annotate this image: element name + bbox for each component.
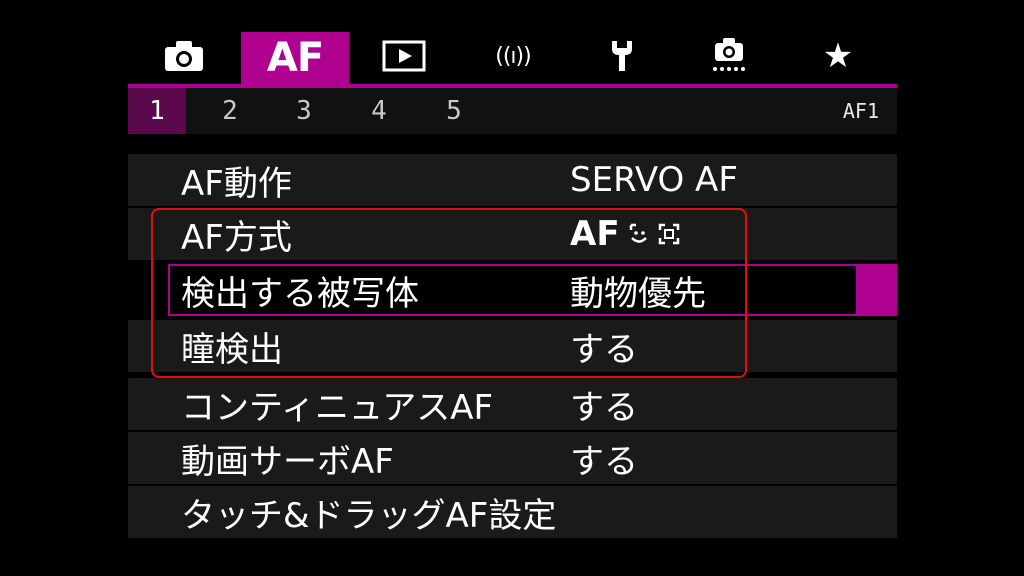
subtab-3[interactable]: 3 — [278, 88, 330, 134]
page-code: AF1 — [842, 99, 879, 123]
subtab-5[interactable]: 5 — [428, 88, 480, 134]
tab-playback[interactable] — [356, 28, 452, 84]
annotation-highlight-box — [151, 208, 747, 378]
wireless-icon: ((ı)) — [495, 43, 531, 69]
menu-item-label: AF動作 — [181, 163, 292, 204]
tab-setup[interactable] — [574, 28, 670, 84]
subtab-1[interactable]: 1 — [128, 88, 186, 134]
selection-indicator — [856, 264, 897, 316]
subtab-4[interactable]: 4 — [353, 88, 405, 134]
wrench-icon — [612, 41, 632, 71]
main-tab-bar: AF ((ı)) ★ — [128, 28, 897, 88]
camera-icon — [165, 41, 203, 71]
menu-item-label: コンティニュアスAF — [181, 387, 494, 428]
menu-item-label: 動画サーボAF — [181, 441, 394, 482]
tab-shooting[interactable] — [136, 28, 232, 84]
menu-item-value: SERVO AF — [570, 160, 738, 200]
menu-item-label: タッチ&ドラッグAF設定 — [181, 495, 557, 536]
star-icon: ★ — [822, 36, 854, 76]
custom-functions-icon — [713, 38, 745, 71]
tab-mymenu[interactable]: ★ — [790, 28, 886, 84]
menu-item-continuous-af[interactable]: コンティニュアスAF する — [128, 378, 897, 430]
menu-item-af-operation[interactable]: AF動作 SERVO AF — [128, 154, 897, 206]
menu-item-movie-servo-af[interactable]: 動画サーボAF する — [128, 432, 897, 484]
menu-item-touch-drag-af[interactable]: タッチ&ドラッグAF設定 — [128, 486, 897, 538]
tab-af[interactable]: AF — [241, 32, 349, 84]
menu-item-value: する — [570, 387, 638, 428]
tab-af-label: AF — [266, 35, 324, 81]
sub-tab-bar: 1 2 3 4 5 AF1 — [128, 88, 897, 134]
subtab-2[interactable]: 2 — [204, 88, 256, 134]
menu-item-value: する — [570, 441, 638, 482]
tab-wireless[interactable]: ((ı)) — [465, 28, 561, 84]
play-icon — [382, 40, 426, 72]
tab-custom[interactable] — [681, 28, 777, 84]
